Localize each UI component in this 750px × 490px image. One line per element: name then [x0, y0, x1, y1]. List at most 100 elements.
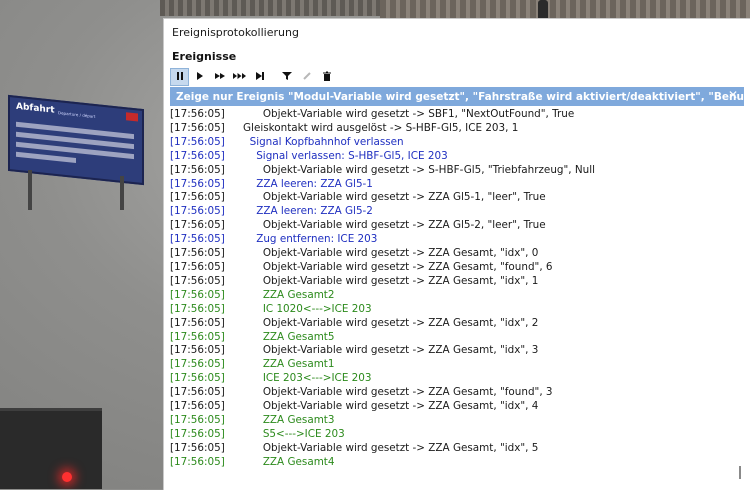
log-toolbar — [170, 68, 336, 86]
log-timestamp: [17:56:05] — [170, 163, 225, 176]
log-timestamp: [17:56:05] — [170, 441, 225, 454]
log-text: Objekt-Variable wird gesetzt -> ZZA Gl5-… — [243, 191, 546, 204]
window-title: Ereignisprotokollierung — [172, 26, 299, 39]
faster-forward-button[interactable] — [230, 68, 249, 86]
play-button[interactable] — [190, 68, 209, 86]
log-text: ZZA leeren: ZZA Gl5-1 — [243, 177, 373, 190]
log-timestamp: [17:56:05] — [170, 219, 225, 232]
step-to-end-button[interactable] — [250, 68, 269, 86]
log-entry[interactable]: [17:56:05] Objekt-Variable wird gesetzt … — [170, 442, 736, 456]
log-entry[interactable]: [17:56:05] Objekt-Variable wird gesetzt … — [170, 386, 736, 400]
board-subtitle: Departure / départ — [58, 110, 96, 120]
close-filter-icon[interactable]: ✕ — [726, 88, 740, 102]
log-timestamp: [17:56:05] — [170, 372, 225, 385]
log-text: Objekt-Variable wird gesetzt -> ZZA Gl5-… — [243, 219, 546, 232]
log-timestamp: [17:56:05] — [170, 177, 225, 190]
log-timestamp: [17:56:05] — [170, 288, 225, 301]
log-entry[interactable]: [17:56:05] Objekt-Variable wird gesetzt … — [170, 317, 736, 331]
log-timestamp: [17:56:05] — [170, 386, 225, 399]
scrollbar-thumb[interactable] — [739, 466, 741, 479]
log-entry[interactable]: [17:56:05] ZZA Gesamt3 — [170, 414, 736, 428]
edit-button[interactable] — [297, 68, 316, 86]
log-text: ZZA Gesamt1 — [243, 358, 335, 371]
log-entry[interactable]: [17:56:05] Objekt-Variable wird gesetzt … — [170, 275, 736, 289]
log-entry[interactable]: [17:56:05] Zug entfernen: ICE 203 — [170, 233, 736, 247]
log-entry[interactable]: [17:56:05] ZZA Gesamt4 — [170, 456, 736, 470]
filter-text: Zeige nur Ereignis "Modul-Variable wird … — [176, 90, 744, 103]
log-text: Objekt-Variable wird gesetzt -> S-HBF-Gl… — [243, 163, 596, 176]
log-entry[interactable]: [17:56:05] Gleiskontakt wird ausgelöst ->… — [170, 122, 736, 136]
db-logo — [126, 112, 138, 122]
log-text: Signal Kopfbahnhof verlassen — [243, 135, 404, 148]
edit-icon — [302, 71, 312, 84]
log-entry[interactable]: [17:56:05] IC 1020<--->ICE 203 — [170, 303, 736, 317]
signal-box — [0, 408, 102, 489]
log-text: Objekt-Variable wird gesetzt -> ZZA Gesa… — [243, 400, 539, 413]
log-timestamp: [17:56:05] — [170, 108, 225, 120]
log-timestamp: [17:56:05] — [170, 233, 225, 246]
board-title: Abfahrt — [16, 101, 55, 116]
log-entry[interactable]: [17:56:05] Signal verlassen: S-HBF-Gl5, … — [170, 150, 736, 164]
log-text: Objekt-Variable wird gesetzt -> ZZA Gesa… — [243, 247, 539, 260]
log-entry[interactable]: [17:56:05] Objekt-Variable wird gesetzt … — [170, 191, 736, 205]
log-text: Objekt-Variable wird gesetzt -> ZZA Gesa… — [243, 274, 539, 287]
log-text: ZZA Gesamt3 — [243, 413, 335, 426]
log-entry[interactable]: [17:56:05] Objekt-Variable wird gesetzt … — [170, 344, 736, 358]
log-timestamp: [17:56:05] — [170, 135, 225, 148]
red-signal-light — [62, 472, 72, 482]
log-text: ICE 203<--->ICE 203 — [243, 372, 372, 385]
fast-forward-icon — [214, 71, 226, 84]
log-text: Objekt-Variable wird gesetzt -> SBF1, "N… — [243, 108, 575, 120]
log-timestamp: [17:56:05] — [170, 316, 225, 329]
filter-icon — [281, 71, 292, 84]
log-entry[interactable]: [17:56:05] S5<--->ICE 203 — [170, 428, 736, 442]
log-text: Objekt-Variable wird gesetzt -> ZZA Gesa… — [243, 260, 553, 273]
log-text: ZZA leeren: ZZA Gl5-2 — [243, 205, 373, 218]
log-timestamp: [17:56:05] — [170, 191, 225, 204]
log-entry[interactable]: [17:56:05] ZZA Gesamt1 — [170, 358, 736, 372]
log-text: Objekt-Variable wird gesetzt -> ZZA Gesa… — [243, 344, 539, 357]
log-text: S5<--->ICE 203 — [243, 427, 345, 440]
log-timestamp: [17:56:05] — [170, 455, 225, 468]
log-text: Signal verlassen: S-HBF-Gl5, ICE 203 — [243, 149, 448, 162]
event-log-window: Ereignisprotokollierung Ereignisse Zeige… — [163, 18, 750, 490]
log-entry[interactable]: [17:56:05] Objekt-Variable wird gesetzt … — [170, 400, 736, 414]
log-timestamp: [17:56:05] — [170, 330, 225, 343]
log-text: IC 1020<--->ICE 203 — [243, 302, 372, 315]
pause-button[interactable] — [170, 68, 189, 86]
board-post — [120, 176, 124, 210]
scrollbar[interactable] — [735, 109, 745, 484]
log-timestamp: [17:56:05] — [170, 274, 225, 287]
log-entry[interactable]: [17:56:05] Objekt-Variable wird gesetzt … — [170, 261, 736, 275]
log-entry[interactable]: [17:56:05] Objekt-Variable wird gesetzt … — [170, 247, 736, 261]
play-icon — [195, 71, 205, 84]
log-text: ZZA Gesamt4 — [243, 455, 335, 468]
delete-button[interactable] — [317, 68, 336, 86]
log-timestamp: [17:56:05] — [170, 149, 225, 162]
fast-forward-button[interactable] — [210, 68, 229, 86]
trash-icon — [322, 71, 332, 84]
board-post — [28, 170, 32, 210]
log-entry[interactable]: [17:56:05] ZZA leeren: ZZA Gl5-1 — [170, 178, 736, 192]
log-timestamp: [17:56:05] — [170, 121, 225, 134]
step-end-icon — [255, 71, 265, 84]
log-timestamp: [17:56:05] — [170, 302, 225, 315]
log-timestamp: [17:56:05] — [170, 247, 225, 260]
log-entry[interactable]: [17:56:05] Objekt-Variable wird gesetzt … — [170, 219, 736, 233]
log-entry[interactable]: [17:56:05] ZZA Gesamt5 — [170, 331, 736, 345]
log-entry[interactable]: [17:56:05] ICE 203<--->ICE 203 — [170, 372, 736, 386]
log-entry[interactable]: [17:56:05] Objekt-Variable wird gesetzt … — [170, 108, 736, 122]
log-entry[interactable]: [17:56:05] Signal Kopfbahnhof verlassen — [170, 136, 736, 150]
faster-forward-icon — [232, 71, 247, 84]
log-timestamp: [17:56:05] — [170, 260, 225, 273]
log-timestamp: [17:56:05] — [170, 205, 225, 218]
section-title: Ereignisse — [172, 50, 237, 63]
log-entry[interactable]: [17:56:05] Objekt-Variable wird gesetzt … — [170, 164, 736, 178]
log-entry[interactable]: [17:56:05] ZZA leeren: ZZA Gl5-2 — [170, 205, 736, 219]
filter-button[interactable] — [277, 68, 296, 86]
log-timestamp: [17:56:05] — [170, 427, 225, 440]
event-log-list[interactable]: [17:56:05] Objekt-Variable wird gesetzt … — [170, 108, 736, 484]
pause-icon — [175, 71, 185, 84]
log-entry[interactable]: [17:56:05] ZZA Gesamt2 — [170, 289, 736, 303]
log-text: ZZA Gesamt5 — [243, 330, 335, 343]
